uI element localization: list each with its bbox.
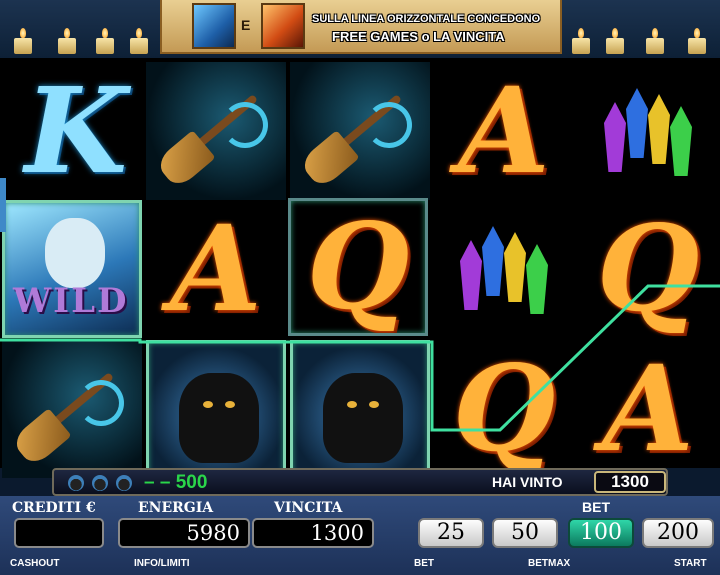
reel-symbol-cat bbox=[146, 340, 286, 478]
cat-eye bbox=[225, 401, 235, 408]
crystal-icon bbox=[460, 240, 482, 310]
reel-symbol-q: Q bbox=[288, 198, 428, 336]
crystal-icon bbox=[648, 94, 670, 164]
reel-symbol-a: A bbox=[146, 200, 286, 338]
ice-witch-portrait bbox=[192, 3, 236, 49]
top-banner: E SULLA LINEA ORIZZONTALE CONCEDONO FREE… bbox=[0, 0, 720, 58]
reels-area: K WILD A Q A Q Q A bbox=[0, 58, 720, 478]
reel-symbol-q: Q bbox=[434, 340, 574, 478]
candle-icon bbox=[96, 28, 114, 54]
black-cat-icon bbox=[179, 373, 259, 463]
cat-icon bbox=[68, 475, 84, 491]
reel-symbol-crystal bbox=[434, 200, 574, 338]
cat-eye bbox=[203, 401, 213, 408]
candle-icon bbox=[572, 28, 590, 54]
crystal-icon bbox=[482, 226, 504, 296]
betmax-button[interactable]: BETMAX bbox=[528, 558, 570, 569]
credits-label: CREDITI € bbox=[12, 500, 96, 516]
candle-icon bbox=[130, 28, 148, 54]
reel-symbol-a: A bbox=[578, 340, 718, 478]
candle-icon bbox=[14, 28, 32, 54]
crystal-icon bbox=[670, 106, 692, 176]
fire-witch-portrait bbox=[261, 3, 305, 49]
cat-eye bbox=[369, 401, 379, 408]
letter-a: A bbox=[602, 340, 694, 478]
win-total-value: 1300 bbox=[252, 518, 374, 548]
wild-witch-face bbox=[45, 218, 105, 288]
letter-k: K bbox=[24, 62, 128, 200]
reel-symbol-broom bbox=[290, 62, 430, 200]
letter-q: Q bbox=[452, 340, 556, 478]
letter-q: Q bbox=[596, 200, 700, 338]
reel-symbol-crystal bbox=[578, 62, 718, 200]
win-combo: – – 500 bbox=[144, 472, 208, 493]
win-total-label: VINCITA bbox=[274, 500, 343, 516]
bet-option-50[interactable]: 50 bbox=[492, 518, 558, 548]
reel-symbol-a: A bbox=[434, 62, 574, 200]
bet-option-100[interactable]: 100 bbox=[568, 518, 634, 548]
magic-swirl-icon bbox=[222, 102, 268, 148]
magic-swirl-icon bbox=[366, 102, 412, 148]
bet-option-25[interactable]: 25 bbox=[418, 518, 484, 548]
reel-symbol-q: Q bbox=[578, 200, 718, 338]
crystal-icon bbox=[626, 88, 648, 158]
control-panel: CREDITI € ENERGIA 5980 VINCITA 1300 BET … bbox=[0, 496, 720, 575]
banner-rule-line2: FREE GAMES o LA VINCITA bbox=[332, 29, 505, 44]
win-label: HAI VINTO bbox=[492, 474, 563, 490]
energy-label: ENERGIA bbox=[138, 500, 214, 516]
reel-symbol-k: K bbox=[6, 62, 146, 200]
candle-icon bbox=[646, 28, 664, 54]
cat-icon bbox=[92, 475, 108, 491]
cat-icon bbox=[116, 475, 132, 491]
bet-header-label: BET bbox=[582, 499, 610, 515]
reel-symbol-cat bbox=[290, 340, 430, 478]
wild-label: WILD bbox=[13, 281, 129, 321]
conjunction-label: E bbox=[241, 17, 251, 33]
banner-rule-line1: SULLA LINEA ORIZZONTALE CONCEDONO bbox=[312, 13, 541, 25]
energy-value: 5980 bbox=[118, 518, 250, 548]
info-scroll: E SULLA LINEA ORIZZONTALE CONCEDONO FREE… bbox=[160, 0, 562, 54]
credits-value bbox=[14, 518, 104, 548]
reel-symbol-broom bbox=[2, 340, 142, 478]
win-bar: – – 500 HAI VINTO 1300 bbox=[52, 468, 668, 496]
candle-icon bbox=[58, 28, 76, 54]
info-limits-button[interactable]: INFO/LIMITI bbox=[134, 558, 190, 569]
reel-symbol-broom bbox=[146, 62, 286, 200]
reel-symbol-wild: WILD bbox=[2, 200, 142, 338]
black-cat-icon bbox=[323, 373, 403, 463]
bet-button[interactable]: BET bbox=[414, 558, 434, 569]
start-button[interactable]: START bbox=[674, 558, 707, 569]
crystal-icon bbox=[504, 232, 526, 302]
win-value: 1300 bbox=[594, 471, 666, 493]
crystal-icon bbox=[604, 102, 626, 172]
candle-icon bbox=[606, 28, 624, 54]
crystal-icon bbox=[526, 244, 548, 314]
side-tab[interactable] bbox=[0, 178, 6, 232]
candle-icon bbox=[688, 28, 706, 54]
letter-q: Q bbox=[306, 198, 410, 336]
cashout-button[interactable]: CASHOUT bbox=[10, 558, 59, 569]
cat-eye bbox=[347, 401, 357, 408]
letter-a: A bbox=[458, 62, 550, 200]
letter-a: A bbox=[170, 200, 262, 338]
bet-option-200[interactable]: 200 bbox=[642, 518, 714, 548]
magic-swirl-icon bbox=[78, 380, 124, 426]
